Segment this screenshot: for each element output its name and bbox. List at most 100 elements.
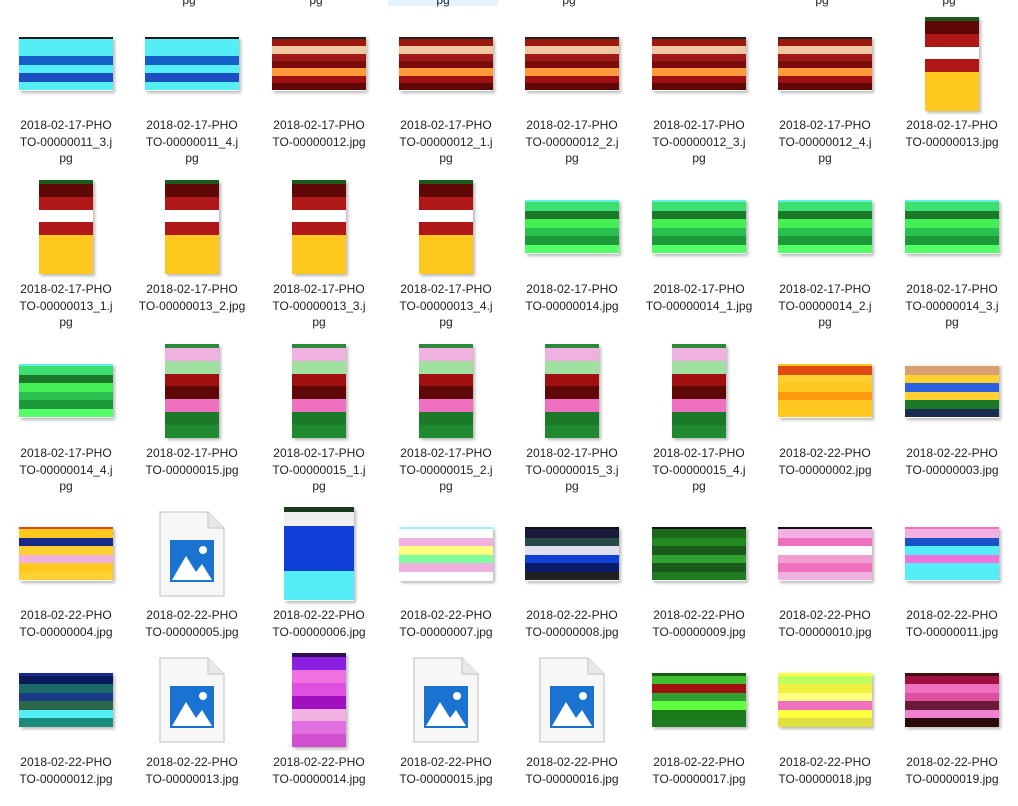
thumbnail-area [261, 650, 377, 750]
file-item[interactable]: 2018-02-22-PHO TO-00000008.jpg [514, 504, 630, 659]
file-item[interactable]: 2018-02-17-PHO TO-00000012_1.j pg [388, 14, 504, 169]
file-item[interactable]: 2018-02-17-PHO TO-00000013_3.j pg [261, 176, 377, 333]
file-item[interactable]: 2018-02-22-PHO TO-00000015.jpg [388, 650, 504, 806]
thumbnail-band [419, 209, 473, 223]
thumbnail-band [419, 222, 473, 236]
file-item[interactable]: 2018-02-22-PHO TO-00000009.jpg [641, 504, 757, 659]
file-item[interactable]: 2018-02-17-PHO TO-00000015.jpg [134, 340, 250, 497]
file-item[interactable]: 2018-02-17-PHO TO-00000013_4.j pg [388, 176, 504, 333]
file-item[interactable]: 2018-02-17-PHO TO-00000012_4.j pg [767, 14, 883, 169]
file-item[interactable]: 2018-02-17-PHO TO-00000012_3.j pg [641, 14, 757, 169]
file-item[interactable]: 2018-02-22-PHO TO-00000017.jpg [641, 650, 757, 806]
file-name-label: 2018-02-17-PHO TO-00000015_2.j pg [388, 445, 504, 495]
thumbnail-band [905, 244, 999, 254]
file-name-label: 2018-02-17-PHO TO-00000014_4.j pg [8, 445, 124, 495]
file-item[interactable]: 2018-02-22-PHO TO-00000010.jpg [767, 504, 883, 659]
file-item[interactable]: 2018-02-17-PHO TO-00000013_2.jpg [134, 176, 250, 333]
thumbnail-band [525, 39, 619, 47]
thumbnail-band [525, 219, 619, 228]
thumbnail-band [419, 183, 473, 197]
image-thumbnail [905, 673, 999, 727]
thumbnail-area [514, 14, 630, 113]
file-name-line-2: TO-00000007.jpg [399, 624, 493, 639]
file-item[interactable]: 2018-02-17-PHO TO-00000015_4.j pg [641, 340, 757, 497]
thumbnail-band [525, 244, 619, 254]
file-item[interactable]: 2018-02-22-PHO TO-00000012.jpg [8, 650, 124, 806]
thumbnail-band [19, 675, 113, 685]
thumbnail-band [19, 47, 113, 57]
file-item[interactable]: 2018-02-17-PHO TO-00000011_4.j pg [134, 14, 250, 169]
thumbnail-area [388, 504, 504, 603]
file-item[interactable]: 2018-02-22-PHO TO-00000014.jpg [261, 650, 377, 806]
file-item[interactable]: 2018-02-17-PHO TO-00000012.jpg [261, 14, 377, 169]
image-thumbnail [419, 179, 473, 274]
file-item[interactable]: 2018-02-17-PHO TO-00000013_1.j pg [8, 176, 124, 333]
thumbnail-band [905, 202, 999, 211]
file-name-label: 2018-02-17-PHO TO-00000015_4.j pg [641, 445, 757, 495]
thumbnail-band [165, 411, 219, 425]
file-name-line-3: pg [565, 479, 579, 493]
file-item[interactable]: 2018-02-22-PHO TO-00000016.jpg [514, 650, 630, 806]
file-name-line-1: 2018-02-22-PHO [400, 755, 492, 769]
thumbnail-band [19, 383, 113, 392]
file-item[interactable]: 2018-02-17-PHO TO-00000015_1.j pg [261, 340, 377, 497]
file-name-line-1: 2018-02-17-PHO [20, 118, 112, 132]
thumbnail-band [292, 373, 346, 387]
thumbnail-band [778, 684, 872, 693]
thumbnail-band [778, 408, 872, 418]
image-thumbnail [419, 343, 473, 438]
file-item[interactable]: 2018-02-22-PHO TO-00000018.jpg [767, 650, 883, 806]
file-item[interactable]: 2018-02-22-PHO TO-00000006.jpg [261, 504, 377, 659]
file-item[interactable]: 2018-02-17-PHO TO-00000011_3.j pg [8, 14, 124, 169]
thumbnail-band [905, 701, 999, 710]
file-item[interactable]: 2018-02-17-PHO TO-00000015_3.j pg [514, 340, 630, 497]
image-thumbnail [39, 179, 93, 274]
thumbnail-band [165, 209, 219, 223]
file-name-line-2: TO-00000013.jpg [905, 134, 999, 149]
file-item[interactable]: 2018-02-22-PHO TO-00000005.jpg [134, 504, 250, 659]
file-name-line-2: TO-00000016.jpg [525, 771, 619, 786]
file-item[interactable]: 2018-02-17-PHO TO-00000012_2.j pg [514, 14, 630, 169]
thumbnail-band [525, 75, 619, 84]
file-item[interactable]: 2018-02-22-PHO TO-00000007.jpg [388, 504, 504, 659]
thumbnail-band [672, 347, 726, 361]
thumbnail-band [419, 386, 473, 400]
file-item[interactable]: 2018-02-17-PHO TO-00000013.jpg [894, 14, 1010, 169]
thumbnail-band [419, 260, 473, 274]
file-name-line-1: 2018-02-22-PHO [20, 755, 112, 769]
thumbnail-band [292, 196, 346, 210]
thumbnail-band [284, 570, 354, 586]
file-item[interactable]: 2018-02-22-PHO TO-00000002.jpg [767, 340, 883, 497]
thumbnail-band [292, 670, 346, 684]
thumbnail-band [778, 692, 872, 702]
thumbnail-area [261, 340, 377, 441]
thumbnail-area [134, 650, 250, 750]
file-item[interactable]: 2018-02-17-PHO TO-00000015_2.j pg [388, 340, 504, 497]
file-item[interactable]: 2018-02-17-PHO TO-00000014.jpg [514, 176, 630, 333]
thumbnail-area [641, 176, 757, 277]
file-name-line-1: 2018-02-17-PHO [146, 446, 238, 460]
thumbnail-band [165, 373, 219, 387]
file-name-line-2: TO-00000017.jpg [652, 771, 746, 786]
thumbnail-band [905, 236, 999, 245]
file-item[interactable]: 2018-02-22-PHO TO-00000011.jpg [894, 504, 1010, 659]
file-name-line-1: 2018-02-17-PHO [20, 446, 112, 460]
file-item[interactable]: 2018-02-17-PHO TO-00000014_3.j pg [894, 176, 1010, 333]
file-item[interactable]: 2018-02-17-PHO TO-00000014_1.jpg [641, 176, 757, 333]
file-item[interactable]: 2018-02-17-PHO TO-00000014_2.j pg [767, 176, 883, 333]
thumbnail-band [905, 554, 999, 564]
file-item[interactable]: 2018-02-17-PHO TO-00000014_4.j pg [8, 340, 124, 497]
file-name-label: 2018-02-17-PHO TO-00000013_3.j pg [261, 281, 377, 331]
file-item[interactable]: 2018-02-22-PHO TO-00000003.jpg [894, 340, 1010, 497]
thumbnail-band [652, 675, 746, 685]
thumbnail-band [778, 75, 872, 84]
file-item[interactable]: 2018-02-22-PHO TO-00000013.jpg [134, 650, 250, 806]
thumbnail-area [134, 176, 250, 277]
file-name-line-2: TO-00000008.jpg [525, 624, 619, 639]
thumbnail-band [284, 511, 354, 527]
thumbnail-band [39, 222, 93, 236]
file-name-line-2: TO-00000011_3.j [19, 134, 113, 149]
file-item[interactable]: 2018-02-22-PHO TO-00000019.jpg [894, 650, 1010, 806]
file-item[interactable]: 2018-02-22-PHO TO-00000004.jpg [8, 504, 124, 659]
thumbnail-band [399, 563, 493, 572]
